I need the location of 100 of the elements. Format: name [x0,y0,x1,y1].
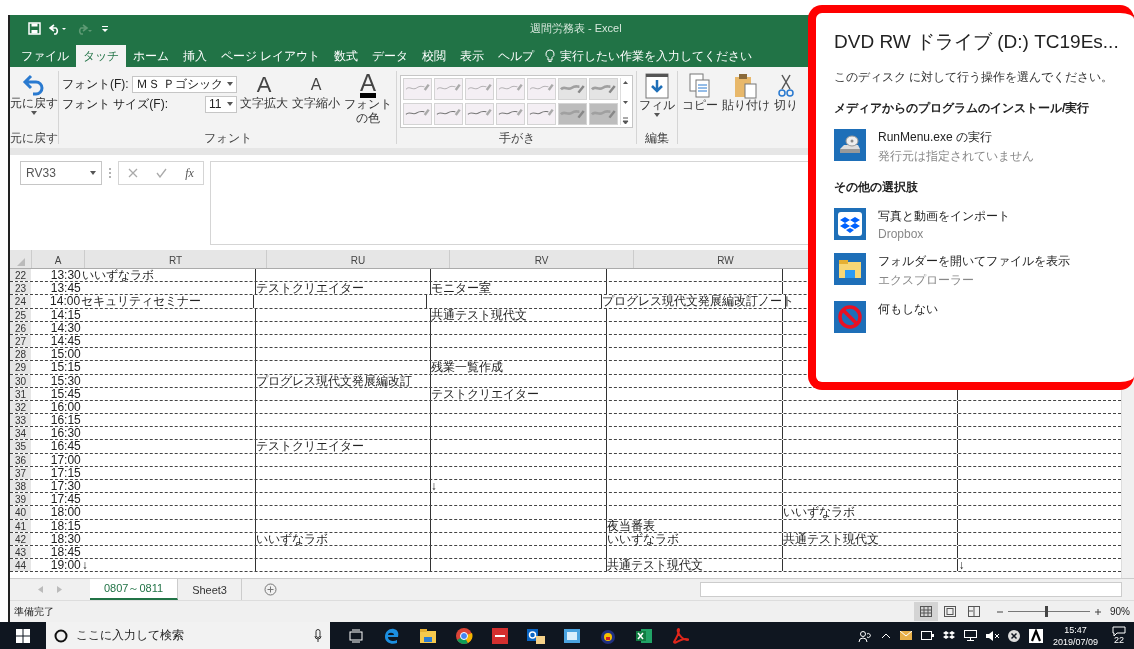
mail-icon[interactable] [899,631,912,640]
customize-toolbar-icon[interactable] [101,24,109,33]
column-header[interactable]: RU [267,250,450,268]
zoom-level[interactable]: 90% [1110,606,1130,617]
column-header[interactable]: A [32,250,85,268]
pen-style-button[interactable] [558,78,587,100]
row-number[interactable]: 34 [10,427,32,440]
table-cell: 13:45 [50,281,81,296]
row-number[interactable]: 33 [10,414,32,427]
zoom-in-icon[interactable] [1094,607,1102,616]
clock-date[interactable]: 2019/07/09 [1052,635,1098,648]
ribbon-tab[interactable]: 数式 [327,45,366,67]
lightbulb-icon [545,49,556,63]
undo-button[interactable]: 元に戻す [9,71,59,117]
ribbon-tab[interactable]: タッチ [76,45,126,67]
pdf-app-icon [671,626,689,645]
shrink-font-button[interactable]: A 文字縮小 [291,71,341,113]
row-number[interactable]: 31 [10,387,32,400]
cut-button[interactable]: 切り [773,71,799,115]
row-number[interactable]: 43 [10,545,32,559]
expand-gallery-icon[interactable] [621,117,630,125]
scroll-up-icon[interactable] [621,78,630,86]
row-number[interactable]: 22 [10,269,32,282]
font-size-field[interactable]: 11 [205,95,237,113]
copy-button[interactable]: コピー [681,71,719,115]
window-app-icon [563,627,581,644]
folder-icon [419,627,437,644]
muted-speaker-icon[interactable] [985,630,999,641]
font-name-field[interactable]: ＭＳ Ｐゴシック [131,75,237,93]
microphone-icon[interactable] [314,629,322,642]
ribbon-tab[interactable]: ページ レイアウト [214,45,328,67]
page-break-icon [968,606,980,617]
zoom-slider-thumb[interactable] [1044,606,1048,617]
ribbon-tab[interactable]: ヘルプ [491,45,542,67]
people-icon[interactable] [857,629,872,642]
row-number[interactable]: 32 [10,400,32,414]
insert-function-button[interactable]: fx [185,165,194,181]
ribbon-tab[interactable]: 挿入 [176,45,214,67]
row-number[interactable]: 28 [10,348,32,361]
horizontal-scrollbar[interactable] [700,582,1122,597]
row-number[interactable]: 41 [10,519,32,532]
ribbon-tab[interactable]: データ [365,45,416,67]
fill-down-icon [645,73,669,99]
battery-icon[interactable] [920,631,934,640]
autoplay-option[interactable]: 写真と動画をインポート Dropbox [834,208,1010,241]
save-icon[interactable] [28,22,41,35]
chevron-up-icon[interactable] [880,632,891,639]
ribbon-tab[interactable]: 表示 [453,45,492,67]
row-number[interactable]: 30 [10,374,32,387]
autoplay-option[interactable]: フォルダーを開いてファイルを表示 エクスプローラー [834,253,1070,289]
taskbar-search-field[interactable]: ここに入力して検索 [46,622,330,649]
view-button[interactable] [914,602,938,621]
task-view-icon [349,628,363,643]
network-icon[interactable] [963,630,977,641]
row-number[interactable]: 25 [10,308,32,321]
column-header[interactable]: RV [450,250,634,268]
ribbon-tab[interactable]: ホーム [126,45,176,67]
group-label: フォント [202,130,253,144]
autoplay-option[interactable]: RunMenu.exe の実行 発行元は指定されていません [834,129,1034,165]
row-number[interactable]: 23 [10,282,32,295]
row-number[interactable]: 35 [10,440,32,453]
row-number[interactable]: 44 [10,559,32,572]
close-circle-icon[interactable] [1007,629,1020,642]
row-number[interactable]: 39 [10,493,32,506]
sheet-tab[interactable]: 0807～0811 [90,579,179,600]
grow-font-button[interactable]: A 文字拡大 [239,71,289,113]
row-number[interactable]: 24 [10,295,31,308]
add-sheet-icon[interactable] [264,583,277,596]
tell-me-field[interactable]: 実行したい作業を入力してください [560,47,753,65]
dropbox-tray-icon[interactable] [942,630,955,641]
column-header[interactable]: RT [85,250,267,268]
row-number[interactable]: 38 [10,480,32,493]
section-heading: その他の選択肢 [834,179,919,196]
ime-letter-icon[interactable] [1028,628,1043,643]
row-number[interactable]: 27 [10,334,32,348]
row-number[interactable]: 37 [10,466,32,479]
name-box[interactable]: RV33 [20,161,102,185]
ribbon-tab[interactable]: 校閲 [415,45,454,67]
row-number[interactable]: 36 [10,453,32,466]
grip-dots-icon [108,167,112,179]
table-cell: ↓ [81,558,88,573]
checkmark-icon[interactable] [156,168,168,178]
table-cell: 16:30 [50,426,81,441]
table-cell: テストクリエイター [255,281,364,296]
row-number[interactable]: 26 [10,321,32,334]
autoplay-option[interactable]: 何もしない [834,301,938,333]
table-cell: 夜当番表 [606,518,655,533]
clock-time[interactable]: 15:47 [1052,623,1098,636]
notifications-button[interactable]: 22 [1104,622,1134,649]
table-cell: 17:00 [50,452,81,467]
table-cell: 19:00 [50,558,81,573]
row-number[interactable]: 40 [10,506,32,519]
speech-bubble-icon [1112,626,1126,636]
fill-button[interactable]: フィル [638,71,676,119]
ribbon-tab[interactable]: ファイル [14,45,76,67]
row-number[interactable]: 29 [10,361,32,374]
paste-button[interactable]: 貼り付け [721,71,771,115]
undo-icon[interactable] [49,22,67,35]
font-color-button[interactable]: A フォント の色 [343,71,393,128]
row-number[interactable]: 42 [10,532,32,545]
